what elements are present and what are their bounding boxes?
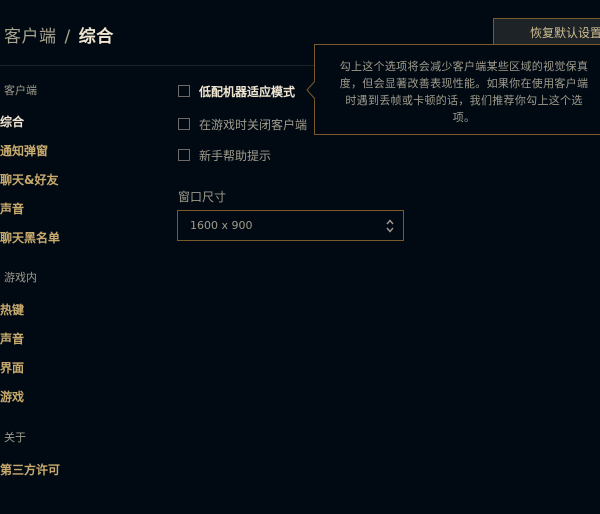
newbie-tips-option[interactable]: 新手帮助提示	[178, 147, 271, 163]
sidebar-item-chat-friends[interactable]: 聊天&好友	[0, 171, 58, 188]
newbie-tips-label: 新手帮助提示	[199, 148, 272, 163]
tooltip-line: 度，但会显著改善表现性能。如果你在使用客户端	[339, 77, 589, 90]
sidebar-item-game-sound[interactable]: 声音	[0, 330, 24, 347]
sidebar-item-general[interactable]: 综合	[0, 113, 24, 130]
newbie-tips-checkbox[interactable]	[178, 149, 190, 161]
breadcrumb-current: 综合	[78, 27, 114, 47]
breadcrumb: 客户端 / 综合	[4, 22, 114, 47]
close-client-ingame-option[interactable]: 在游戏时关闭客户端	[178, 116, 307, 132]
breadcrumb-separator: /	[64, 27, 71, 47]
window-size-value: 1600 x 900	[190, 219, 253, 232]
tooltip-line: 项。	[452, 111, 476, 124]
low-spec-tooltip: 勾上这个选项将会减少客户端某些区域的视觉保真 度，但会显著改善表现性能。如果你在…	[314, 44, 600, 135]
low-spec-mode-checkbox[interactable]	[178, 85, 190, 97]
sidebar-nav: 客户端 综合 通知弹窗 聊天&好友 声音 聊天黑名单 游戏内 热键 声音 界面 …	[0, 66, 160, 514]
tooltip-pointer-icon	[306, 80, 316, 100]
sidebar-item-hotkeys[interactable]: 热键	[0, 301, 24, 318]
sidebar-item-notifications[interactable]: 通知弹窗	[0, 142, 48, 159]
sidebar-item-client-sound[interactable]: 声音	[0, 200, 24, 217]
tooltip-text: 勾上这个选项将会减少客户端某些区域的视觉保真 度，但会显著改善表现性能。如果你在…	[333, 58, 595, 126]
close-client-ingame-label: 在游戏时关闭客户端	[199, 117, 308, 132]
sidebar-item-interface[interactable]: 界面	[0, 359, 24, 376]
sidebar-section-client: 客户端	[4, 84, 37, 97]
sidebar-item-chat-blocklist[interactable]: 聊天黑名单	[0, 229, 60, 246]
settings-page: 客户端 / 综合 恢复默认设置 客户端 综合 通知弹窗 聊天&好友 声音 聊天黑名单…	[0, 0, 600, 514]
tooltip-line: 时遇到丢帧或卡顿的话，我们推荐你勾上这个选	[345, 94, 583, 107]
low-spec-mode-option[interactable]: 低配机器适应模式	[178, 83, 295, 99]
sidebar-section-about: 关于	[4, 431, 26, 444]
low-spec-mode-label: 低配机器适应模式	[199, 84, 296, 99]
window-size-label: 窗口尺寸	[178, 190, 227, 204]
sidebar-section-ingame: 游戏内	[4, 271, 37, 284]
sidebar-item-game[interactable]: 游戏	[0, 388, 24, 405]
breadcrumb-parent[interactable]: 客户端	[4, 27, 57, 47]
tooltip-line: 勾上这个选项将会减少客户端某些区域的视觉保真	[339, 60, 589, 73]
select-arrows-icon	[386, 219, 394, 233]
close-client-ingame-checkbox[interactable]	[178, 118, 190, 130]
window-size-select[interactable]: 1600 x 900	[177, 210, 404, 241]
sidebar-item-third-party-licenses[interactable]: 第三方许可	[0, 461, 60, 478]
